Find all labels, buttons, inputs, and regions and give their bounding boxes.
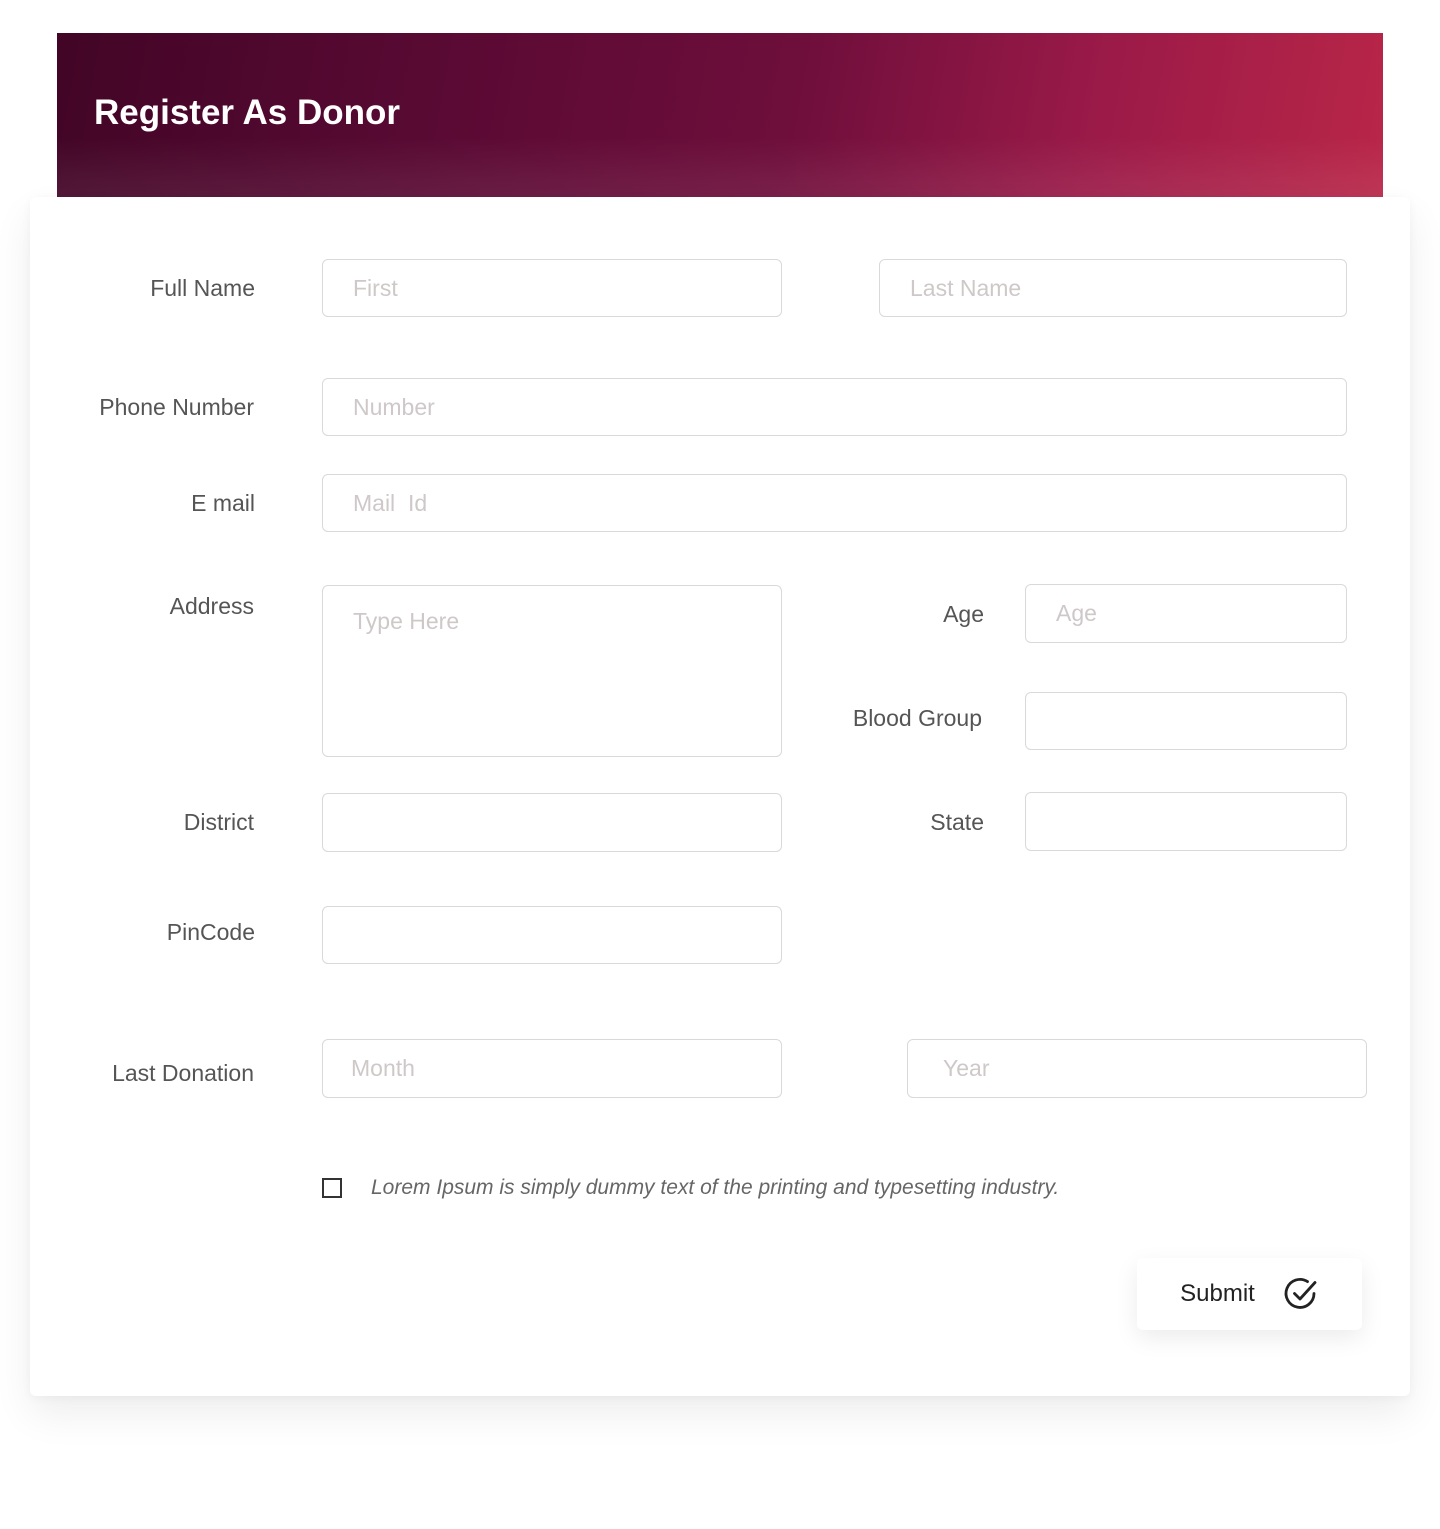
blood-group-label: Blood Group — [852, 705, 982, 731]
pincode-input[interactable] — [322, 906, 782, 964]
last-donation-label: Last Donation — [112, 1060, 254, 1086]
consent-text: Lorem Ipsum is simply dummy text of the … — [371, 1176, 1060, 1199]
age-label: Age — [943, 601, 984, 627]
pincode-label: PinCode — [166, 919, 255, 945]
email-input[interactable] — [322, 474, 1347, 532]
address-textarea[interactable] — [322, 585, 782, 757]
district-label: District — [183, 809, 254, 835]
donation-month-input[interactable] — [322, 1039, 782, 1098]
address-label: Address — [169, 593, 254, 619]
consent-checkbox[interactable] — [322, 1178, 342, 1198]
phone-number-label: Phone Number — [99, 394, 254, 420]
check-circle-icon — [1284, 1278, 1317, 1309]
donation-year-input[interactable] — [907, 1039, 1367, 1098]
blood-group-input[interactable] — [1025, 692, 1347, 750]
district-input[interactable] — [322, 793, 782, 852]
age-input[interactable] — [1025, 584, 1347, 643]
full-name-label: Full Name — [150, 275, 255, 301]
submit-label: Submit — [1180, 1280, 1255, 1307]
state-label: State — [930, 809, 984, 835]
page-title: Register As Donor — [94, 93, 400, 132]
donor-registration-page: Register As Donor Full Name Phone Number… — [0, 0, 1440, 1529]
last-name-input[interactable] — [879, 259, 1347, 317]
first-name-input[interactable] — [322, 259, 782, 317]
state-input[interactable] — [1025, 792, 1347, 851]
header-banner: Register As Donor — [57, 33, 1383, 197]
submit-button[interactable]: Submit — [1137, 1258, 1362, 1330]
email-label: E mail — [191, 490, 255, 516]
phone-number-input[interactable] — [322, 378, 1347, 436]
